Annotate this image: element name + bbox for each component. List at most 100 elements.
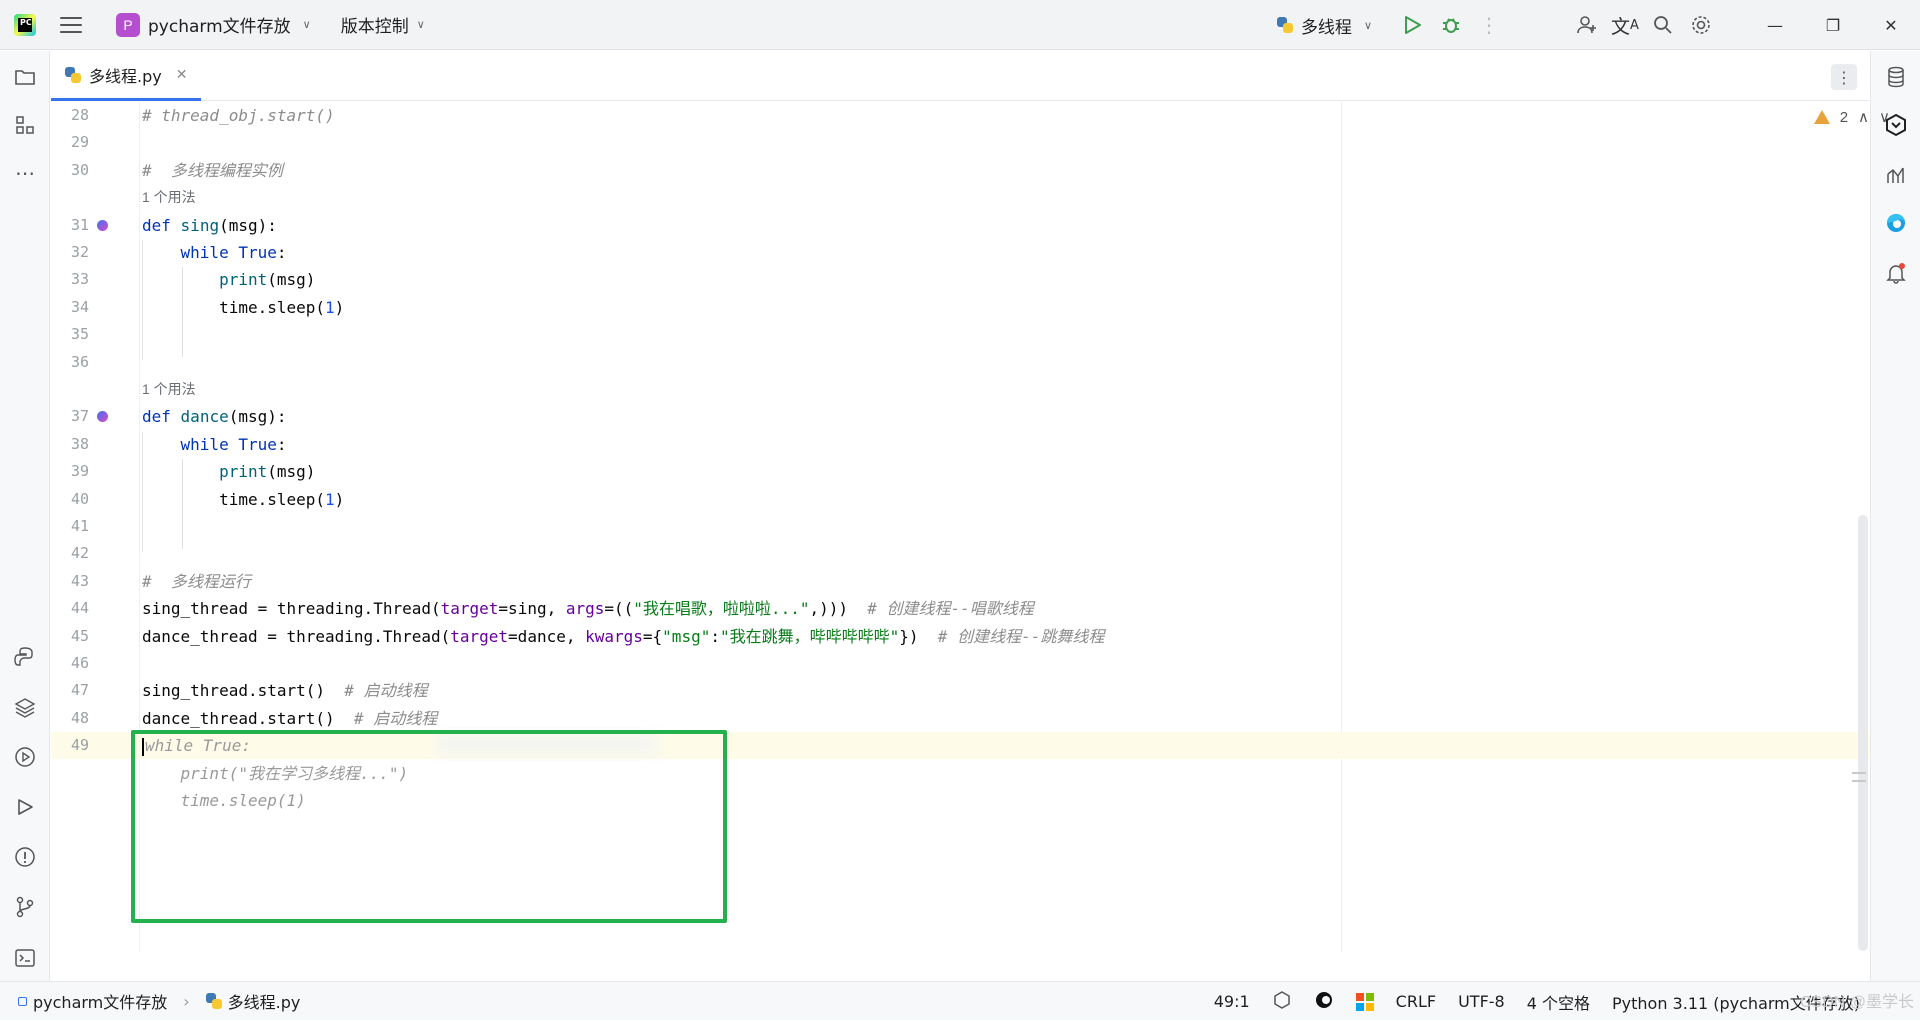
code-line[interactable]: 49 while True:	[51, 732, 1869, 760]
layers-icon[interactable]	[11, 693, 39, 721]
more-tools-icon[interactable]: ⋯	[11, 159, 39, 187]
next-highlight-icon[interactable]: ∨	[1879, 108, 1890, 126]
code-text: print(msg)	[219, 270, 316, 290]
scientific-view-icon[interactable]	[1882, 161, 1910, 189]
left-tool-strip: ⋯	[0, 51, 50, 981]
project-name: pycharm文件存放	[148, 17, 291, 37]
code-line[interactable]: 48 dance_thread.start() # 启动线程	[51, 705, 1869, 732]
code-line[interactable]: 45 dance_thread = threading.Thread(target…	[51, 623, 1869, 650]
code-line[interactable]: 41	[51, 513, 1869, 540]
tab-label: 多线程.py	[89, 66, 162, 86]
line-separator[interactable]: CRLF	[1396, 992, 1436, 1011]
editor-scrollbar[interactable]	[1858, 515, 1868, 951]
code-line[interactable]: 33 print(msg)	[51, 266, 1869, 293]
indent-setting[interactable]: 4 个空格	[1527, 990, 1590, 1014]
code-text: # thread_obj.start()	[142, 106, 335, 125]
code-text: time.sleep(1)	[142, 489, 345, 509]
translate-icon[interactable]: 文A	[1606, 6, 1644, 44]
terminal-icon[interactable]	[11, 944, 39, 972]
settings-gear-icon[interactable]	[1682, 6, 1720, 44]
code-line[interactable]: print("我在学习多线程...")	[51, 760, 1869, 787]
debug-button[interactable]	[1432, 6, 1470, 44]
more-actions-icon[interactable]: ⋮	[1470, 6, 1508, 44]
folder-icon[interactable]	[11, 63, 39, 91]
services-icon[interactable]	[11, 743, 39, 771]
implementation-marker-icon[interactable]	[97, 219, 108, 231]
line-number: 40	[70, 489, 89, 508]
code-line[interactable]: 46	[51, 650, 1869, 677]
code-line[interactable]: 47 sing_thread.start() # 启动线程	[51, 677, 1869, 704]
edge-browser-icon[interactable]	[1882, 209, 1910, 237]
run-config-selector[interactable]: 多线程 ∨	[1276, 13, 1372, 38]
file-encoding[interactable]: UTF-8	[1458, 992, 1505, 1011]
usage-hint[interactable]: 1 个用法	[51, 184, 1869, 211]
code-line[interactable]: 40 time.sleep(1)	[51, 486, 1869, 513]
chevron-down-icon: ∨	[302, 18, 311, 31]
windows-logo-icon[interactable]	[1355, 992, 1374, 1011]
problems-icon[interactable]	[11, 843, 39, 871]
tab-multithread-py[interactable]: 多线程.py ✕	[51, 51, 201, 101]
run-tool-icon[interactable]	[11, 793, 39, 821]
code-line[interactable]: 29	[51, 129, 1869, 156]
title-bar: PC P pycharm文件存放 ∨ 版本控制 ∨ 多线程 ∨ ⋮ 文A — ❐…	[0, 0, 1920, 50]
run-config-label: 多线程	[1300, 17, 1352, 38]
code-text: dance_thread = threading.Thread(target=d…	[142, 626, 1105, 646]
redacted-area	[435, 732, 659, 756]
line-number: 28	[70, 106, 89, 124]
notifications-bell-icon[interactable]	[1882, 259, 1910, 287]
code-line[interactable]: 32 while True:	[51, 239, 1869, 266]
project-selector[interactable]: P pycharm文件存放 ∨	[108, 8, 319, 41]
code-line[interactable]: 31 def sing(msg):	[51, 212, 1869, 239]
code-line[interactable]: 44 sing_thread = threading.Thread(target=…	[51, 595, 1869, 622]
code-line[interactable]: 35	[51, 321, 1869, 348]
code-line[interactable]: 36	[51, 349, 1869, 376]
usage-hint[interactable]: 1 个用法	[51, 376, 1869, 403]
breadcrumb-file[interactable]: 多线程.py	[228, 989, 301, 1013]
database-icon[interactable]	[1882, 63, 1910, 91]
previous-highlight-icon[interactable]: ∧	[1858, 108, 1869, 126]
code-editor[interactable]: 28 # thread_obj.start() 29 30 # 多线程编程实例 1 个用法…	[51, 102, 1869, 952]
code-line[interactable]: 38 while True:	[51, 431, 1869, 458]
code-with-me-icon[interactable]	[1314, 990, 1334, 1014]
restore-button[interactable]: ❐	[1804, 0, 1862, 50]
structure-icon[interactable]	[11, 111, 39, 139]
code-line[interactable]: 42	[51, 540, 1869, 567]
breadcrumb-project[interactable]: pycharm文件存放	[33, 989, 167, 1013]
code-line[interactable]: 34 time.sleep(1)	[51, 294, 1869, 321]
line-number: 47	[70, 681, 89, 700]
minimize-button[interactable]: —	[1746, 0, 1804, 50]
line-number: 37	[70, 407, 89, 426]
code-line[interactable]: time.sleep(1)	[51, 787, 1869, 814]
line-number: 33	[70, 270, 89, 289]
code-text: def dance(msg):	[142, 407, 287, 427]
caret-position[interactable]: 49:1	[1214, 992, 1250, 1011]
warning-count: 2	[1839, 108, 1849, 126]
add-user-icon[interactable]	[1568, 6, 1606, 44]
run-button[interactable]	[1394, 6, 1432, 44]
line-number: 39	[70, 462, 89, 481]
code-line[interactable]: 30 # 多线程编程实例	[51, 157, 1869, 184]
main-menu-icon[interactable]	[60, 16, 82, 33]
tab-options-icon[interactable]: ⋮	[1831, 64, 1857, 90]
code-line[interactable]: 28 # thread_obj.start()	[51, 102, 1869, 129]
code-line[interactable]: 39 print(msg)	[51, 458, 1869, 485]
code-text: sing_thread.start() # 启动线程	[142, 681, 428, 701]
pycharm-logo-icon[interactable]: PC	[14, 13, 36, 36]
code-line[interactable]: 43 # 多线程运行	[51, 568, 1869, 595]
python-console-icon[interactable]	[11, 643, 39, 671]
vcs-menu[interactable]: 版本控制 ∨	[333, 8, 433, 41]
line-number: 34	[70, 297, 89, 316]
search-icon[interactable]	[1644, 6, 1682, 44]
indent-guide	[142, 432, 143, 552]
code-line[interactable]: 37 def dance(msg):	[51, 403, 1869, 430]
close-button[interactable]: ✕	[1862, 0, 1920, 50]
git-branch-icon[interactable]	[11, 893, 39, 921]
implementation-marker-icon[interactable]	[97, 411, 108, 423]
ai-status-icon[interactable]	[1272, 990, 1292, 1014]
line-number: 38	[70, 434, 89, 453]
breadcrumb: pycharm文件存放 › 多线程.py	[18, 989, 300, 1013]
inspection-widget[interactable]: 2 ∧ ∨	[1813, 108, 1890, 126]
line-number: 48	[70, 708, 89, 727]
usage-hint-text: 1 个用法	[142, 381, 196, 397]
close-tab-icon[interactable]: ✕	[176, 67, 188, 83]
